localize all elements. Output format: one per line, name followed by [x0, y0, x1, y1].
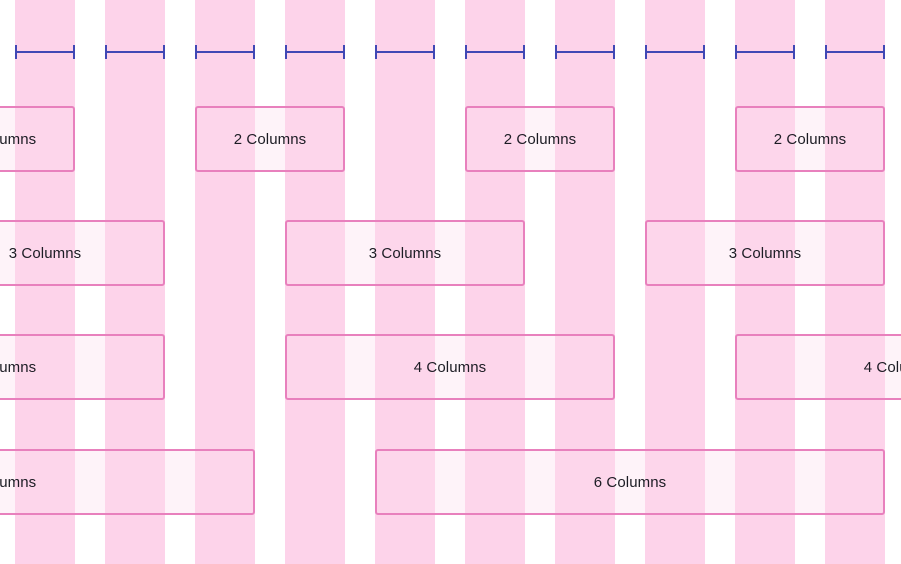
column-width-ruler — [645, 45, 705, 59]
ruler-tick — [105, 45, 107, 59]
span-box-label: 3 Columns — [8, 244, 82, 262]
ruler-tick — [825, 45, 827, 59]
span-box-4-columns: 4 Columns — [735, 334, 901, 400]
span-box-label: 4 Columns — [0, 358, 37, 376]
span-box-3-columns: 3 Columns — [645, 220, 885, 286]
span-box-label: 2 Columns — [773, 130, 847, 148]
ruler-line — [375, 51, 435, 53]
ruler-tick — [555, 45, 557, 59]
span-box-3-columns: 3 Columns — [0, 220, 165, 286]
column-width-ruler — [555, 45, 615, 59]
ruler-line — [465, 51, 525, 53]
ruler-tick — [433, 45, 435, 59]
ruler-tick — [883, 45, 885, 59]
column-width-ruler — [15, 45, 75, 59]
span-box-label: 4 Columns — [863, 358, 901, 376]
ruler-tick — [195, 45, 197, 59]
ruler-tick — [375, 45, 377, 59]
ruler-tick — [253, 45, 255, 59]
column-width-ruler — [825, 45, 885, 59]
ruler-tick — [523, 45, 525, 59]
ruler-tick — [15, 45, 17, 59]
ruler-tick — [613, 45, 615, 59]
span-box-label: 4 Columns — [413, 358, 487, 376]
ruler-line — [15, 51, 75, 53]
ruler-tick — [163, 45, 165, 59]
span-box-2-columns: 2 Columns — [465, 106, 615, 172]
span-box-label: 2 Columns — [0, 130, 37, 148]
ruler-tick — [73, 45, 75, 59]
ruler-tick — [735, 45, 737, 59]
span-box-2-columns: 2 Columns — [195, 106, 345, 172]
ruler-line — [645, 51, 705, 53]
ruler-line — [285, 51, 345, 53]
span-box-2-columns: 2 Columns — [0, 106, 75, 172]
span-box-label: 6 Columns — [0, 473, 37, 491]
ruler-line — [195, 51, 255, 53]
ruler-tick — [343, 45, 345, 59]
span-box-label: 3 Columns — [368, 244, 442, 262]
ruler-line — [825, 51, 885, 53]
ruler-line — [735, 51, 795, 53]
column-width-ruler — [195, 45, 255, 59]
span-box-4-columns: 4 Columns — [285, 334, 615, 400]
span-box-3-columns: 3 Columns — [285, 220, 525, 286]
span-box-label: 2 Columns — [503, 130, 577, 148]
column-width-ruler — [105, 45, 165, 59]
column-width-ruler — [375, 45, 435, 59]
span-box-4-columns: 4 Columns — [0, 334, 165, 400]
span-box-6-columns: 6 Columns — [0, 449, 255, 515]
ruler-tick — [285, 45, 287, 59]
span-box-label: 3 Columns — [728, 244, 802, 262]
ruler-tick — [703, 45, 705, 59]
column-grid-diagram: 2 Columns2 Columns2 Columns2 Columns2 Co… — [0, 0, 901, 564]
column-width-ruler — [465, 45, 525, 59]
span-box-label: 6 Columns — [593, 473, 667, 491]
span-box-2-columns: 2 Columns — [735, 106, 885, 172]
column-width-ruler — [285, 45, 345, 59]
ruler-tick — [645, 45, 647, 59]
ruler-line — [555, 51, 615, 53]
span-box-6-columns: 6 Columns — [375, 449, 885, 515]
ruler-tick — [793, 45, 795, 59]
ruler-line — [105, 51, 165, 53]
ruler-tick — [465, 45, 467, 59]
span-box-label: 2 Columns — [233, 130, 307, 148]
column-width-ruler — [735, 45, 795, 59]
